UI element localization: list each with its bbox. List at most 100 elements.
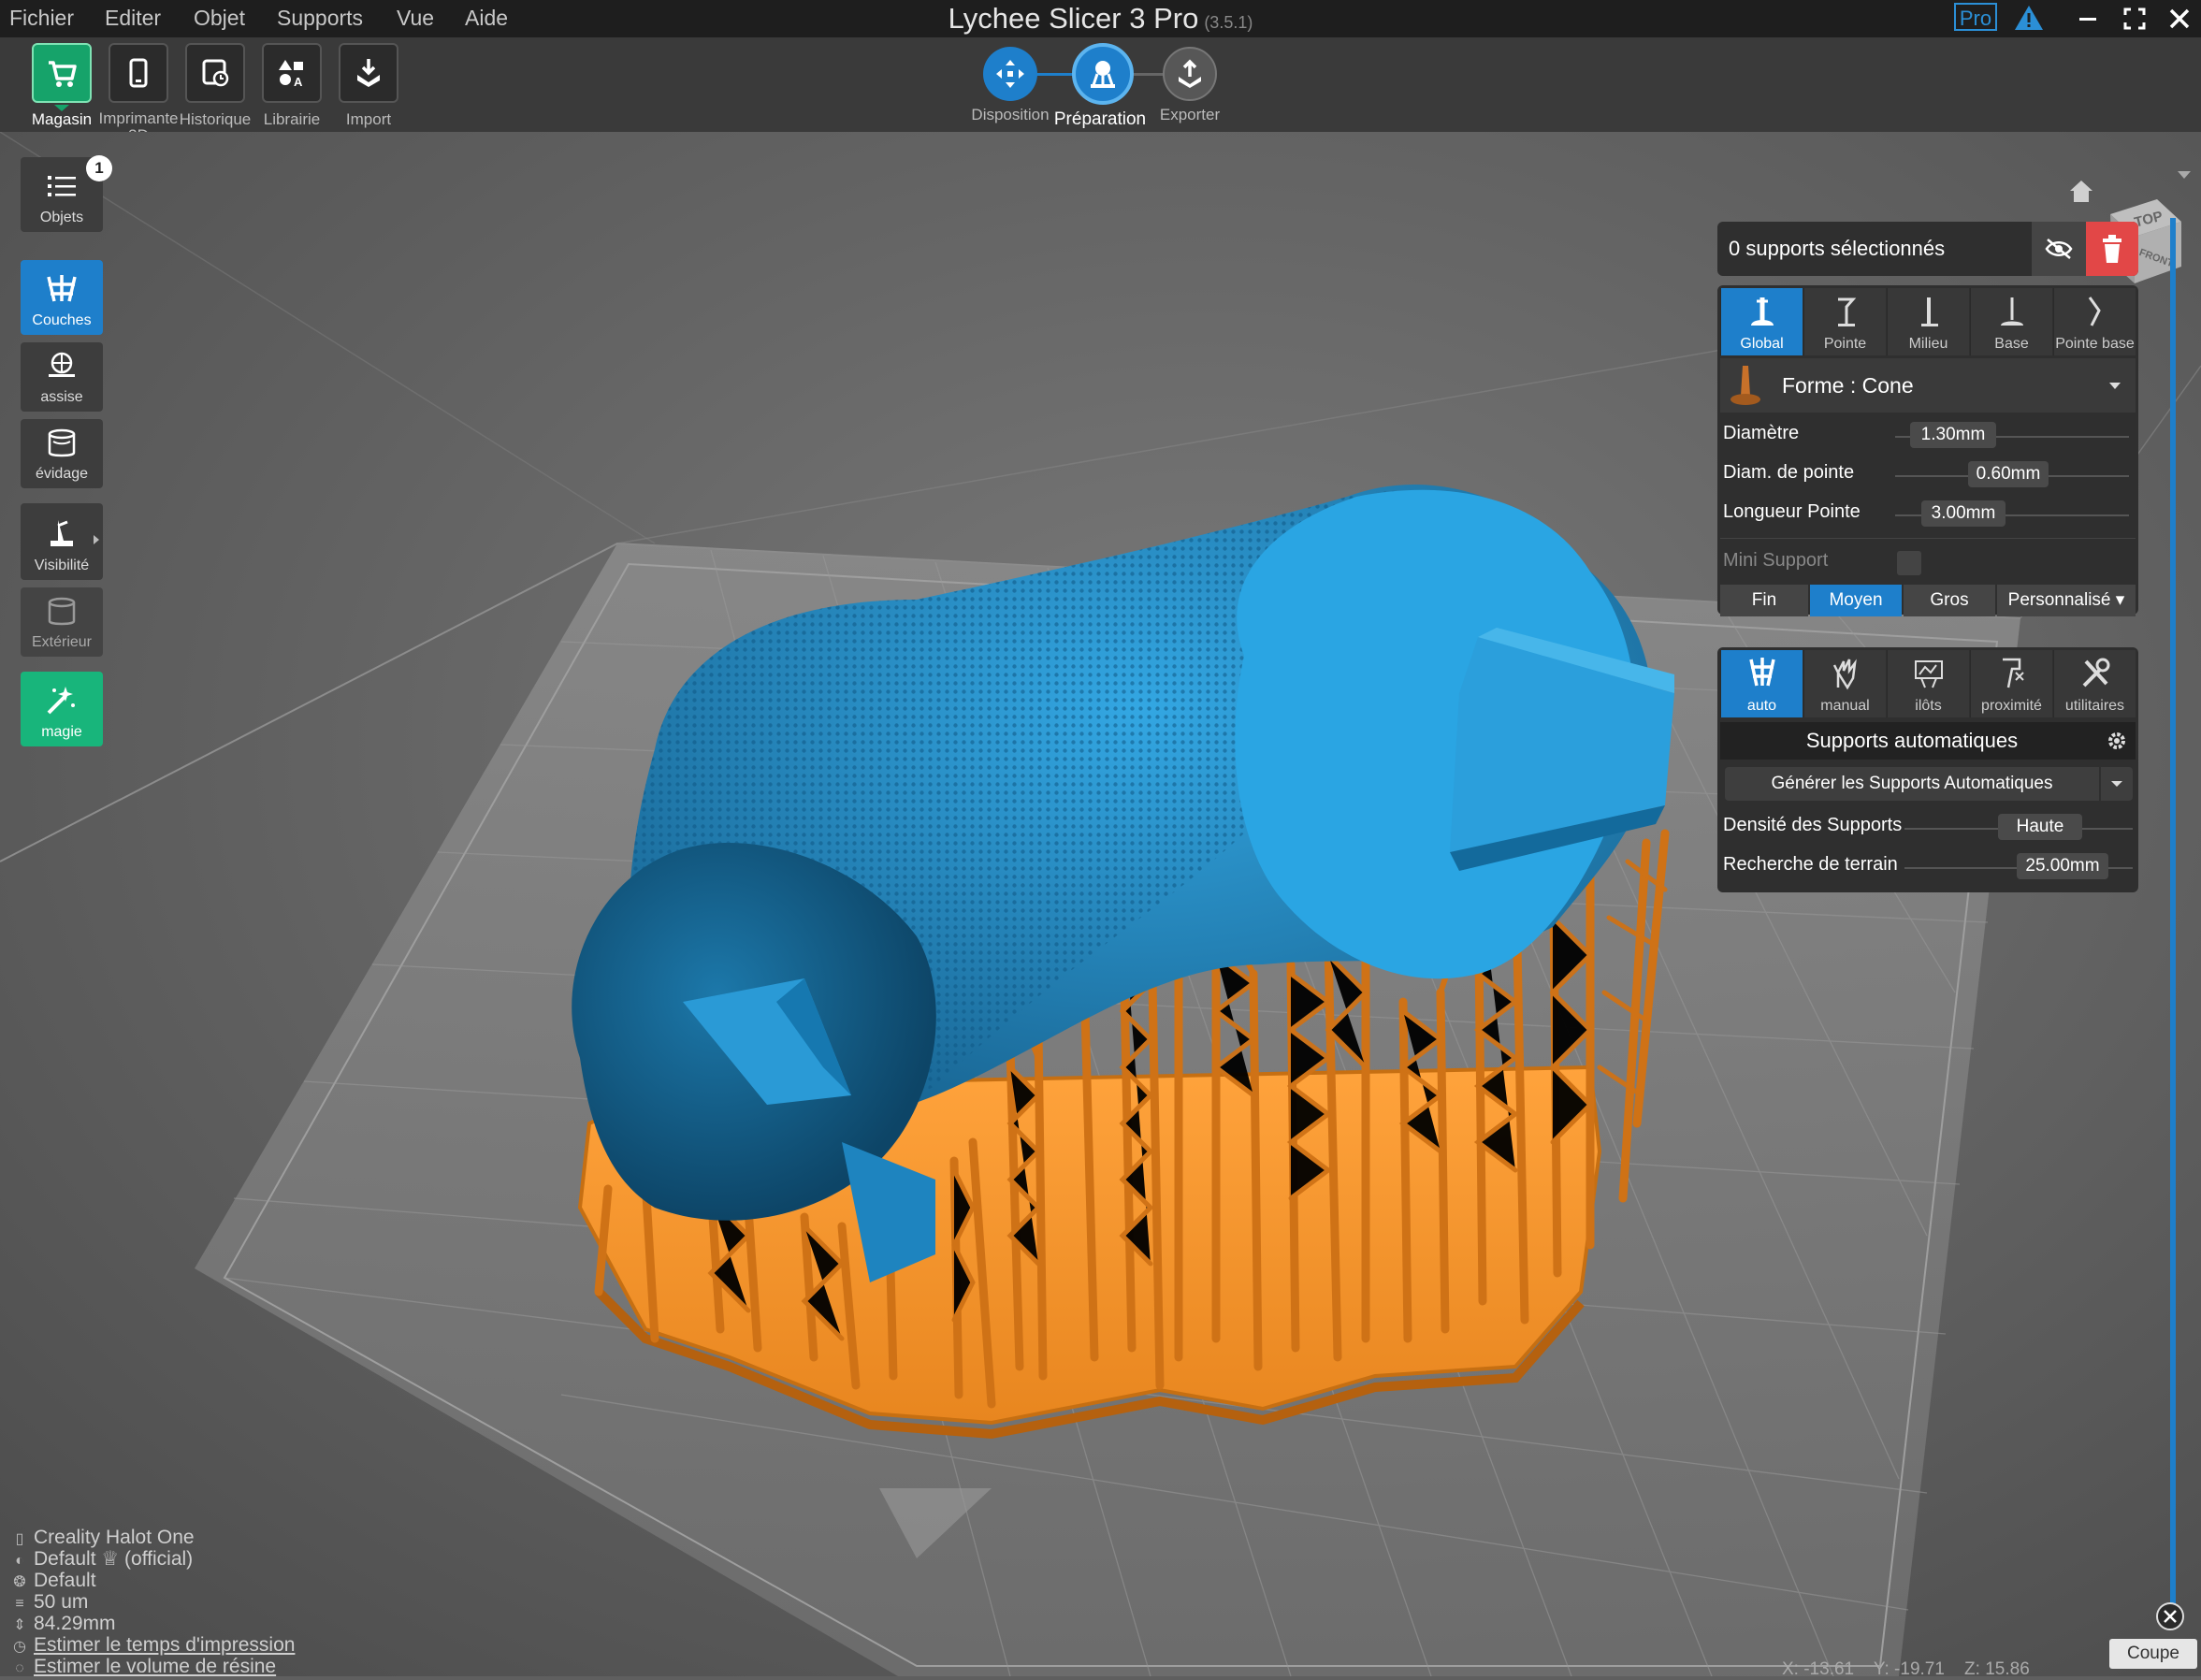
estimate-time-link[interactable]: Estimer le temps d'impression (34, 1634, 295, 1656)
app-title: Lychee Slicer 3 Pro (948, 2, 1199, 35)
estimate-time: ◷ Estimer le temps d'impression (11, 1634, 295, 1656)
sidebar-item-evidage[interactable]: évidage (21, 419, 103, 488)
menu-aide[interactable]: Aide (465, 0, 508, 37)
close-icon[interactable] (2161, 0, 2198, 37)
tab-label: Global (1740, 336, 1784, 352)
tab-proximite[interactable]: proximité (1970, 650, 2052, 717)
base-tip-icon (2054, 294, 2136, 331)
sidebar-item-couches[interactable]: Couches (21, 260, 103, 335)
auto-support-panel: auto manual ilôts proximité utilitaires … (1717, 647, 2138, 892)
menu-objet[interactable]: Objet (194, 0, 245, 37)
store-button[interactable] (32, 43, 92, 103)
seat-icon (21, 352, 103, 380)
tab-manual[interactable]: manual (1803, 650, 1886, 717)
diameter-value[interactable]: 1.30mm (1910, 422, 1996, 448)
cut-slider-handle[interactable] (2156, 1602, 2184, 1630)
tab-label: utilitaires (2064, 698, 2125, 714)
cone-icon (1730, 366, 1760, 405)
auto-support-header: Supports automatiques (1720, 722, 2136, 760)
density-value[interactable]: Haute (1998, 814, 2082, 840)
auto-support-icon (1721, 656, 1803, 693)
tab-auto[interactable]: auto (1720, 650, 1803, 717)
hide-supports-button[interactable] (2032, 222, 2086, 276)
menu-editer[interactable]: Editer (105, 0, 161, 37)
generate-options-button[interactable] (2101, 767, 2133, 801)
tab-milieu[interactable]: Milieu (1887, 288, 1969, 355)
tab-label: Milieu (1908, 336, 1948, 352)
step-disposition[interactable] (983, 47, 1037, 101)
sidebar-item-magie[interactable]: magie (21, 672, 103, 746)
magic-wand-icon (21, 685, 103, 717)
sidebar-item-label: évidage (35, 466, 89, 482)
svg-text:A: A (294, 75, 303, 89)
generate-auto-supports-button[interactable]: Générer les Supports Automatiques (1725, 767, 2099, 801)
step-exporter[interactable] (1163, 47, 1217, 101)
cut-button[interactable]: Coupe (2109, 1639, 2197, 1669)
tab-utilitaires[interactable]: utilitaires (2053, 650, 2136, 717)
gear-icon[interactable] (2106, 730, 2128, 752)
printer-button[interactable] (109, 43, 168, 103)
resin-info: ◐ Default ♕ (official) (11, 1548, 193, 1570)
islands-icon (1888, 656, 1969, 693)
terrain-value[interactable]: 25.00mm (2017, 853, 2108, 879)
step-preparation[interactable] (1072, 43, 1134, 105)
tab-ilots[interactable]: ilôts (1887, 650, 1969, 717)
preset-gros[interactable]: Gros (1904, 585, 1995, 616)
selection-header: 0 supports sélectionnés (1717, 222, 2138, 276)
density-label: Densité des Supports (1723, 815, 1903, 835)
library-button[interactable]: A (262, 43, 322, 103)
layers-icon: ≡ (15, 1596, 24, 1612)
warning-icon[interactable] (2013, 4, 2045, 32)
layer-height: 50 um (34, 1591, 89, 1613)
pro-badge[interactable]: Pro (1954, 3, 1997, 31)
param-label: Diamètre (1723, 423, 1800, 443)
divider (1720, 538, 2136, 539)
base-icon (1971, 294, 2052, 331)
sidebar-item-exterieur[interactable]: Extérieur (21, 587, 103, 657)
preset-moyen[interactable]: Moyen (1810, 585, 1902, 616)
mini-support-checkbox[interactable] (1897, 551, 1921, 575)
tab-label: manual (1820, 698, 1870, 714)
proximity-icon (1971, 656, 2052, 693)
tab-base[interactable]: Base (1970, 288, 2052, 355)
maximize-icon[interactable] (2116, 0, 2153, 37)
profile-info: ❂ Default (11, 1570, 95, 1591)
menu-supports[interactable]: Supports (277, 0, 363, 37)
delete-button[interactable] (2086, 222, 2138, 276)
tab-label: ilôts (1915, 698, 1942, 714)
shape-dropdown[interactable]: Forme : Cone (1720, 358, 2136, 413)
cut-slider-track[interactable] (2170, 218, 2176, 1621)
clock-icon: ◷ (13, 1639, 26, 1655)
sidebar-item-assise[interactable]: assise (21, 342, 103, 412)
history-button[interactable] (185, 43, 245, 103)
preset-personnalise[interactable]: Personnalisé ▾ (1997, 585, 2136, 616)
tab-label: proximité (1981, 698, 2042, 714)
tab-label: Pointe (1823, 336, 1867, 352)
support-part-tabs: Global Pointe Milieu Base Pointe base (1720, 288, 2136, 355)
import-icon (357, 59, 380, 87)
import-button[interactable] (339, 43, 398, 103)
tab-global[interactable]: Global (1720, 288, 1803, 355)
manual-icon (1804, 656, 1886, 693)
tip-icon (1804, 294, 1886, 331)
tip-diameter-value[interactable]: 0.60mm (1968, 461, 2049, 487)
history-icon (202, 59, 229, 87)
chevron-down-icon[interactable] (2178, 171, 2191, 179)
sidebar-item-visibilite[interactable]: Visibilité (21, 503, 103, 580)
menu-fichier[interactable]: Fichier (9, 0, 74, 37)
preset-fin[interactable]: Fin (1720, 585, 1808, 616)
tab-pointe-base[interactable]: Pointe base (2053, 288, 2136, 355)
menu-vue[interactable]: Vue (397, 0, 434, 37)
tip-length-value[interactable]: 3.00mm (1921, 500, 2006, 527)
title-bar: Fichier Editer Objet Supports Vue Aide L… (0, 0, 2201, 37)
eye-slash-icon (2045, 239, 2073, 259)
tab-pointe[interactable]: Pointe (1803, 288, 1886, 355)
tab-label: Pointe base (2055, 336, 2135, 352)
estimate-resin-link[interactable]: Estimer le volume de résine (34, 1656, 276, 1677)
minimize-icon[interactable] (2069, 0, 2107, 37)
sidebar-item-label: Visibilité (34, 558, 90, 573)
auto-support-title: Supports automatiques (1805, 729, 2019, 752)
cart-icon (49, 61, 77, 87)
printer-info: ▯ Creality Halot One (11, 1527, 195, 1548)
chevron-right-icon (94, 535, 99, 544)
